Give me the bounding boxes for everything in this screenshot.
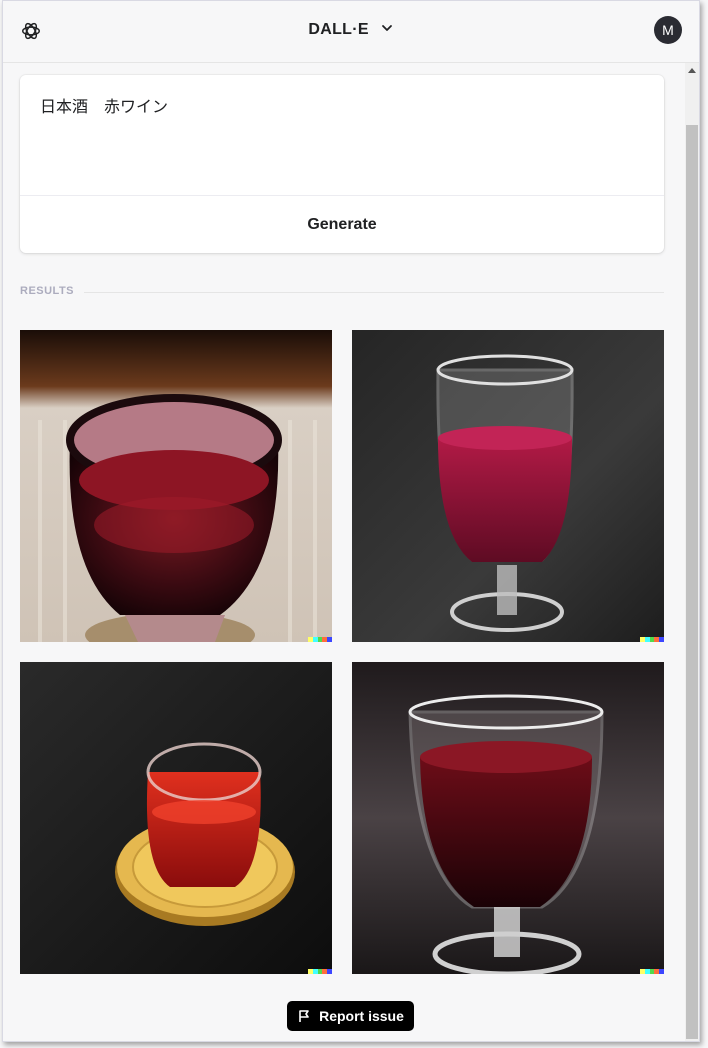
results-divider: [84, 292, 664, 293]
app-window: DALL·E M 日本酒 赤ワイン Generate RESULTS Repor…: [2, 0, 700, 1042]
wine-glass-image: [352, 662, 664, 974]
flag-icon: [299, 1010, 309, 1022]
avatar[interactable]: M: [654, 16, 682, 44]
scroll-thumb[interactable]: [686, 125, 698, 1039]
dalle-signature: [308, 637, 332, 642]
scroll-up-arrow-icon[interactable]: [688, 68, 696, 73]
scrollbar[interactable]: [685, 63, 699, 1041]
dalle-signature: [640, 969, 664, 974]
wine-glass-image: [20, 662, 332, 974]
result-image-3[interactable]: [20, 662, 332, 974]
top-bar: DALL·E M: [3, 1, 699, 63]
report-issue-button[interactable]: Report issue: [287, 1001, 414, 1031]
prompt-input[interactable]: 日本酒 赤ワイン: [40, 93, 168, 117]
app-title: DALL·E: [308, 21, 369, 38]
results-label: RESULTS: [20, 285, 75, 297]
result-image-2[interactable]: [352, 330, 664, 642]
report-issue-label: Report issue: [319, 1008, 404, 1024]
main-content: 日本酒 赤ワイン Generate RESULTS Report issue: [3, 63, 687, 1041]
prompt-card: 日本酒 赤ワイン Generate: [20, 75, 664, 253]
chevron-down-icon: [381, 25, 392, 31]
dalle-signature: [308, 969, 332, 974]
result-image-4[interactable]: [352, 662, 664, 974]
dalle-signature: [640, 637, 664, 642]
app-title-menu[interactable]: DALL·E: [3, 21, 699, 39]
generate-button[interactable]: Generate: [20, 196, 664, 253]
result-image-1[interactable]: [20, 330, 332, 642]
wine-glass-image: [352, 330, 664, 642]
results-header: RESULTS: [20, 285, 664, 299]
wine-glass-image: [20, 330, 332, 642]
